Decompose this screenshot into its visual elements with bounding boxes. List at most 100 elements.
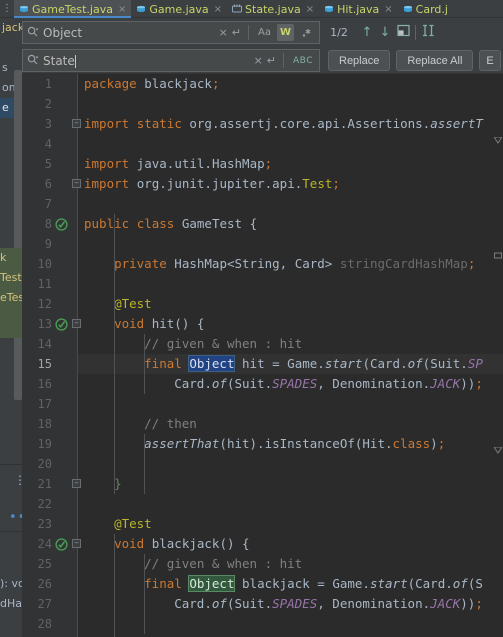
editor-line[interactable]: 22 [22,494,503,514]
editor-line[interactable]: 9 [22,234,503,254]
line-number: 14 [37,337,52,351]
separator [248,25,249,40]
preserve-case-toggle[interactable]: ABC [291,52,315,69]
editor-line[interactable]: 3 − import static org.assertj.core.api.Ass… [22,114,503,134]
editor-line[interactable]: 17 [22,394,503,414]
code-text: Card.of(Suit.SPADES, Denomination.JACK))… [174,594,483,614]
editor-line[interactable]: 2 [22,94,503,114]
editor-line[interactable]: 11 [22,274,503,294]
java-class-icon [20,5,28,12]
filter-icon[interactable] [419,24,437,41]
code-token: static [136,116,182,131]
code-token: of [407,356,423,371]
run-test-success-icon[interactable] [55,537,68,551]
code-fold-icon[interactable]: − [72,119,81,128]
editor-tab-hit-java[interactable]: Hit.java × [319,0,398,18]
editor-line[interactable]: 25 // given & when : hit [22,554,503,574]
search-input[interactable]: Object × ↵ Aa W [22,21,320,44]
replace-input[interactable]: State × ↵ ABC [22,49,320,72]
open-in-new-window-icon[interactable] [394,24,412,41]
close-icon[interactable]: × [118,4,126,15]
editor-line[interactable]: 13 − void hit() { [22,314,503,334]
editor-line[interactable]: 15 final Object hit = Game.start(Card.of(… [22,354,503,374]
close-icon[interactable]: × [306,4,314,15]
selected-text: Object [188,355,236,372]
code-token: )) [460,596,476,611]
editor-line[interactable]: 28 [22,614,503,634]
line-number: 20 [37,457,52,471]
code-fold-icon[interactable]: − [72,319,81,328]
editor-line[interactable]: 26 final Object blackjack = Game.start(Ca… [22,574,503,594]
line-number: 4 [44,137,52,151]
editor-line[interactable]: 5 import java.util.HashMap; [22,154,503,174]
editor-line[interactable]: 23 @Test [22,514,503,534]
editor-tab-gametest-java[interactable]: GameTest.java × [14,0,132,18]
editor-line[interactable]: 14 // given & when : hit [22,334,503,354]
editor-tab-state-java[interactable]: State.java × [227,0,319,18]
words-toggle[interactable]: W [277,24,294,41]
java-class-icon [137,5,146,12]
scrollbar-marker[interactable] [493,134,503,144]
editor-tab-card-j[interactable]: Card.j [398,0,453,18]
code-token: ; [211,76,220,91]
code-fold-icon[interactable]: − [72,179,81,188]
code-fold-icon[interactable]: − [72,479,81,488]
scrollbar-marker[interactable] [494,249,502,259]
code-token: void [114,536,145,551]
regex-toggle[interactable] [298,24,315,41]
line-number: 21 [37,477,52,491]
code-token: Test [302,176,333,191]
editor-line[interactable]: 18 // then [22,414,503,434]
match-case-toggle[interactable]: Aa [256,24,273,41]
editor-line[interactable]: 8 public class GameTest { [22,214,503,234]
find-next-icon[interactable]: ↓ [376,25,394,40]
code-text: @Test [114,294,152,314]
close-icon[interactable]: × [384,4,392,15]
clear-search-icon[interactable]: × [219,26,228,39]
java-class-icon [403,5,412,12]
newline-icon[interactable]: ↵ [232,26,241,39]
editor-line[interactable]: 4 [22,134,503,154]
editor-tab-game-java[interactable]: Game.java × [131,0,227,18]
project-scrollbar[interactable] [14,70,22,400]
replace-input-value: State [43,53,76,68]
line-number: 25 [37,557,52,571]
replace-history-icon[interactable] [27,51,39,70]
find-previous-icon[interactable]: ↑ [358,25,376,40]
editor-line[interactable]: 21 −} [22,474,503,494]
code-text: final Object hit = Game.start(Card.of(Su… [144,354,483,374]
separator [283,53,284,68]
editor-line[interactable]: 24 − void blackjack() { [22,534,503,554]
run-test-success-icon[interactable] [55,317,68,331]
code-token: assertT [430,116,483,131]
exclude-button[interactable]: E [479,50,501,71]
newline-icon[interactable]: ↵ [267,54,276,67]
clear-replace-icon[interactable]: × [254,54,263,67]
editor-line[interactable]: 7 [22,194,503,214]
code-fold-icon[interactable]: − [72,539,81,548]
editor-line[interactable]: 20 [22,454,503,474]
close-icon[interactable]: × [214,4,222,15]
run-test-success-icon[interactable] [55,217,68,231]
editor-line[interactable]: 19 assertThat(hit).isInstanceOf(Hit.class… [22,434,503,454]
code-token: (S [467,576,483,591]
code-token: = [264,356,288,371]
editor-line[interactable]: 16 Card.of(Suit.SPADES, Denomination.JACK… [22,374,503,394]
editor-scrollbar[interactable] [493,74,503,637]
editor-line[interactable]: 12 @Test [22,294,503,314]
indent-guide [144,334,146,394]
search-history-icon[interactable] [27,23,39,42]
editor-line[interactable]: 6 − import org.junit.jupiter.api.Test; [22,174,503,194]
editor-line[interactable]: 1 package blackjack; [22,74,503,94]
scrollbar-marker[interactable] [493,444,503,454]
code-text: void blackjack() { [114,534,249,554]
editor-line[interactable]: 10 private HashMap<String, Card> stringCa… [22,254,503,274]
code-text: public class GameTest { [84,214,257,234]
code-editor[interactable]: 1 package blackjack; 2 3− import static org.… [22,74,503,637]
replace-all-button[interactable]: Replace All [396,50,474,71]
replace-button[interactable]: Replace [328,50,391,71]
editor-line[interactable]: 27 Card.of(Suit.SPADES, Denomination.JACK… [22,594,503,614]
more-vertical-icon[interactable]: ⋮ [0,0,14,17]
